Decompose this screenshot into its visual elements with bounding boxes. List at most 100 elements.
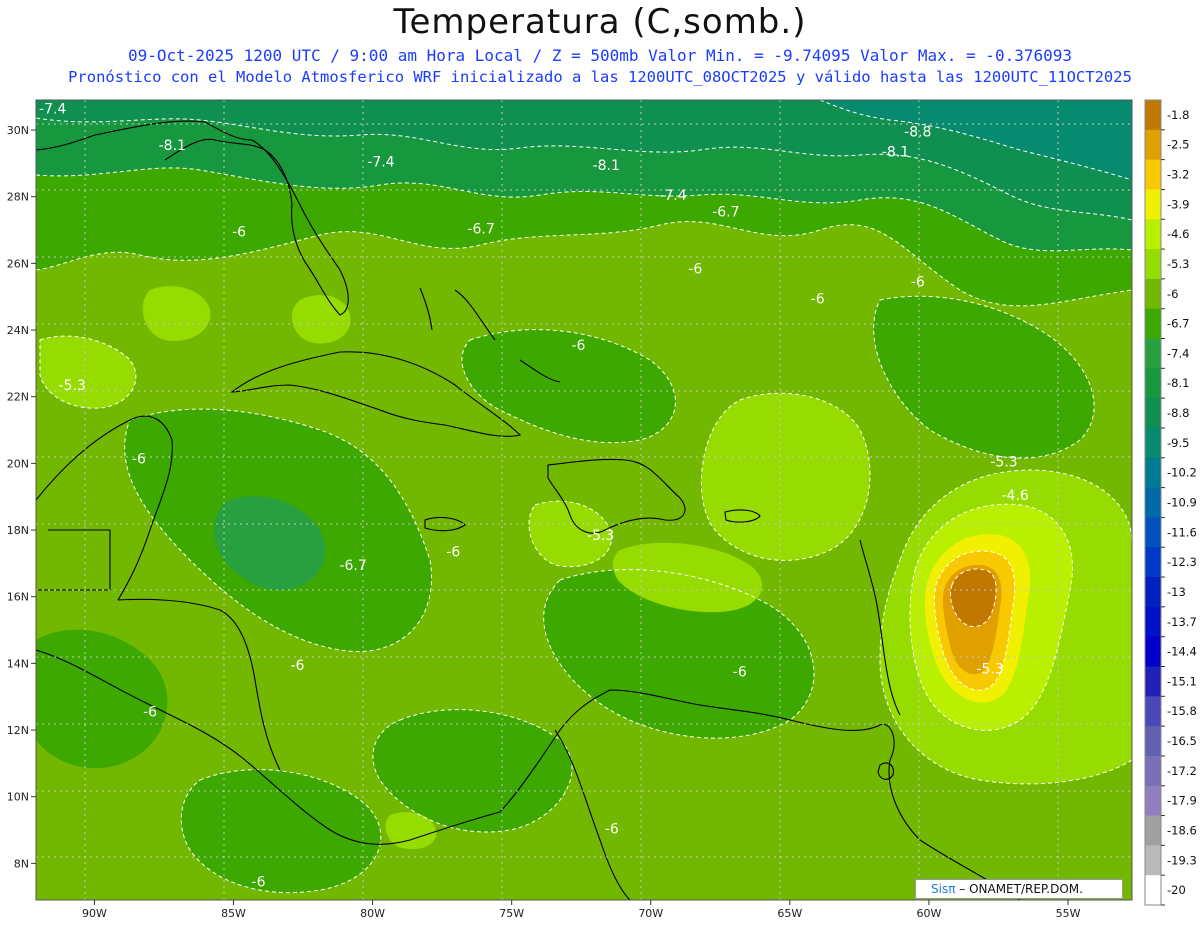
colorbar-swatch bbox=[1145, 487, 1161, 518]
colorbar-label: -12.3 bbox=[1167, 555, 1197, 569]
credit-box: Sisπ – ONAMET/REP.DOM. bbox=[915, 879, 1123, 899]
temperature-map: -7.4 -8.1 -7.4 -8.1 -8.8 -8.1 -7.4 -6.7 -6.7 -6 -6… bbox=[7, 99, 1197, 920]
map-figure: -7.4 -8.1 -7.4 -8.1 -8.8 -8.1 -7.4 -6.7 -6.7 -6 -6… bbox=[0, 0, 1200, 927]
contour-label: -5.3 bbox=[976, 661, 1003, 677]
lon-tick-label: 55W bbox=[1056, 907, 1081, 920]
contour-label: -6 bbox=[571, 338, 585, 354]
colorbar-swatch bbox=[1145, 875, 1161, 906]
warm-patch-5 bbox=[701, 393, 870, 561]
lon-tick-label: 60W bbox=[916, 907, 941, 920]
colorbar-swatch bbox=[1145, 308, 1161, 340]
colorbar-label: -18.6 bbox=[1167, 823, 1197, 837]
contour-label: -6 bbox=[605, 821, 619, 837]
colorbar-label: -2.5 bbox=[1167, 138, 1189, 152]
colorbar-label: -13 bbox=[1167, 585, 1186, 599]
credit-brand: Sisπ bbox=[931, 882, 956, 896]
colorbar-swatch bbox=[1145, 726, 1161, 757]
subtitle-valid-time: 09-Oct-2025 1200 UTC / 9:00 am Hora Loca… bbox=[127, 46, 1072, 65]
contour-label: -5.3 bbox=[58, 378, 85, 394]
contour-label: -7.4 bbox=[659, 188, 686, 204]
colorbar-swatch bbox=[1145, 845, 1161, 876]
lat-tick-label: 28N bbox=[7, 191, 29, 204]
contour-label: -6 bbox=[252, 875, 266, 891]
lat-tick-label: 22N bbox=[7, 391, 29, 404]
colorbar-swatch bbox=[1145, 219, 1161, 250]
contour-label: -4.6 bbox=[1002, 488, 1029, 504]
colorbar-swatch bbox=[1145, 517, 1161, 548]
contour-label: -6 bbox=[811, 291, 825, 307]
colorbar-swatch bbox=[1145, 815, 1161, 846]
lon-tick-label: 85W bbox=[221, 907, 246, 920]
colorbar-label: -6 bbox=[1167, 287, 1178, 301]
colorbar-swatch bbox=[1145, 666, 1161, 697]
colorbar-swatch bbox=[1145, 755, 1161, 787]
colorbar-label: -15.1 bbox=[1167, 674, 1197, 688]
colorbar-label: -4.6 bbox=[1167, 227, 1189, 241]
colorbar-label: -8.1 bbox=[1167, 376, 1189, 390]
lat-tick-label: 20N bbox=[7, 457, 29, 470]
colorbar-label: -6.7 bbox=[1167, 317, 1189, 331]
colorbar-swatch bbox=[1145, 577, 1161, 608]
lat-tick-label: 12N bbox=[7, 724, 29, 737]
contour-label: -8.1 bbox=[882, 145, 909, 161]
colorbar-label: -20 bbox=[1167, 883, 1186, 897]
contour-label: -6.7 bbox=[467, 221, 494, 237]
lon-tick-label: 90W bbox=[82, 907, 107, 920]
contour-label: -6 bbox=[132, 451, 146, 467]
colorbar-swatch bbox=[1145, 547, 1161, 578]
lat-tick-label: 30N bbox=[7, 124, 29, 137]
colorbar-swatch bbox=[1145, 100, 1161, 131]
lat-tick-label: 14N bbox=[7, 657, 29, 670]
colorbar-swatch bbox=[1145, 398, 1161, 429]
colorbar-label: -9.5 bbox=[1167, 436, 1189, 450]
colorbar-label: -16.5 bbox=[1167, 734, 1197, 748]
contour-label: -8.1 bbox=[159, 138, 186, 154]
contour-label: -6.7 bbox=[712, 205, 739, 221]
colorbar-label: -10.2 bbox=[1167, 466, 1197, 480]
colorbar-swatch bbox=[1145, 785, 1161, 817]
lat-tick-label: 10N bbox=[7, 791, 29, 804]
colorbar-swatch bbox=[1145, 696, 1161, 727]
colorbar-swatch bbox=[1145, 606, 1161, 638]
lon-tick-label: 80W bbox=[360, 907, 385, 920]
contour-label: -5.3 bbox=[990, 455, 1017, 471]
credit-text: – ONAMET/REP.DOM. bbox=[955, 882, 1083, 896]
contour-label: -6.7 bbox=[339, 558, 366, 574]
colorbar-label: -1.8 bbox=[1167, 108, 1189, 122]
colorbar-label: -3.2 bbox=[1167, 168, 1189, 182]
contour-label: -6 bbox=[232, 225, 246, 241]
colorbar-swatch bbox=[1145, 427, 1161, 459]
colorbar-label: -13.7 bbox=[1167, 615, 1197, 629]
contour-label: -8.8 bbox=[904, 125, 931, 141]
colorbar-label: -14.4 bbox=[1167, 645, 1197, 659]
colorbar-swatch bbox=[1145, 159, 1161, 190]
colorbar-label: -10.9 bbox=[1167, 496, 1197, 510]
subtitle-model-info: Pronóstico con el Modelo Atmosferico WRF… bbox=[68, 68, 1132, 86]
colorbar-label: -7.4 bbox=[1167, 346, 1189, 360]
contour-label: -7.4 bbox=[39, 101, 66, 117]
colorbar-swatch bbox=[1145, 278, 1161, 310]
colorbar-swatch bbox=[1145, 338, 1161, 369]
lat-tick-label: 24N bbox=[7, 324, 29, 337]
lat-tick-label: 26N bbox=[7, 257, 29, 270]
lat-tick-label: 18N bbox=[7, 524, 29, 537]
lon-tick-label: 75W bbox=[499, 907, 524, 920]
warm-patch-3 bbox=[291, 295, 351, 344]
colorbar-swatch bbox=[1145, 368, 1161, 399]
contour-label: -6 bbox=[446, 545, 460, 561]
colorbar-label: -15.8 bbox=[1167, 704, 1197, 718]
colorbar-swatch bbox=[1145, 129, 1161, 161]
colorbar-label: -11.6 bbox=[1167, 525, 1197, 539]
colorbar-label: -3.9 bbox=[1167, 197, 1189, 211]
colorbar-swatch bbox=[1145, 636, 1161, 667]
contour-label: -6 bbox=[143, 705, 157, 721]
colorbar-swatch bbox=[1145, 457, 1161, 489]
lon-tick-label: 70W bbox=[638, 907, 663, 920]
colorbar-label: -17.9 bbox=[1167, 794, 1197, 808]
colorbar-label: -8.8 bbox=[1167, 406, 1189, 420]
colorbar-label: -5.3 bbox=[1167, 257, 1189, 271]
page-title: Temperatura (C,somb.) bbox=[393, 2, 807, 42]
contour-label: -8.1 bbox=[593, 158, 620, 174]
contour-label: -6 bbox=[290, 658, 304, 674]
latitude-axis: 30N 28N 26N 24N 22N 20N 18N 16N 14N 12N 10N 8N bbox=[7, 124, 36, 870]
